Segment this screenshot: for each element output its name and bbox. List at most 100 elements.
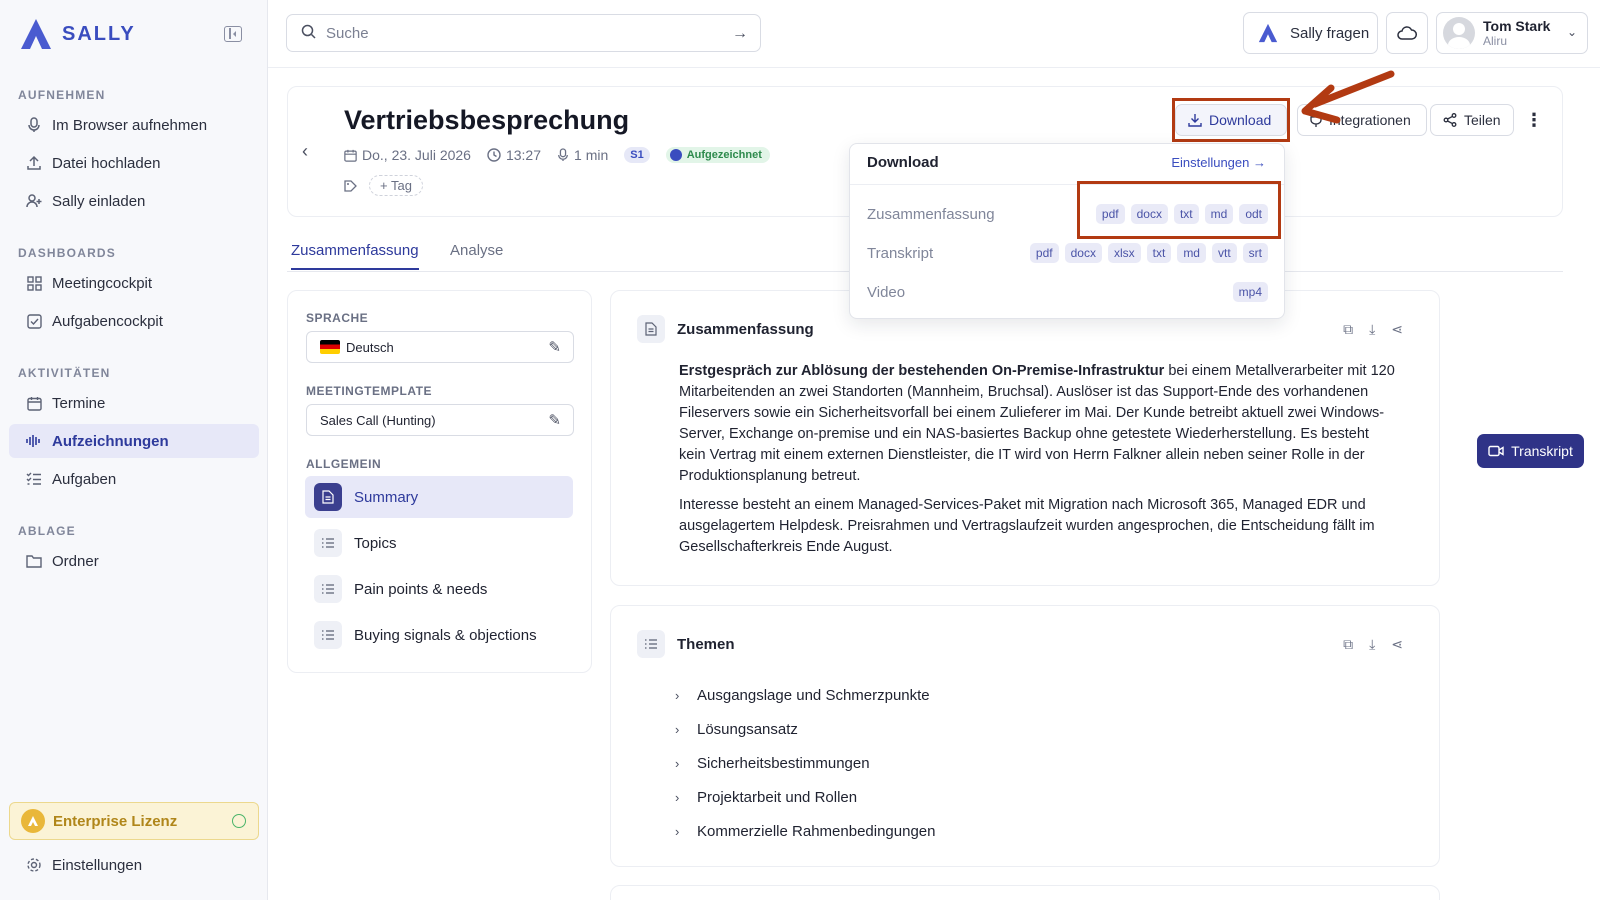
format-chip-xlsx[interactable]: xlsx	[1107, 243, 1141, 263]
nav-item-ordner[interactable]: Ordner	[9, 544, 259, 578]
download-settings-link[interactable]: Einstellungen →	[1171, 155, 1266, 170]
topics-card-title: Themen	[677, 635, 735, 653]
transcript-label: Transkript	[1511, 443, 1573, 459]
nav-item-settings[interactable]: Einstellungen	[9, 848, 259, 882]
topic-item[interactable]: › Projektarbeit und Rollen	[675, 780, 935, 814]
copy-icon[interactable]: ⧉	[1343, 321, 1353, 338]
status-badge: Aufgezeichnet	[665, 147, 770, 163]
share-icon	[1443, 113, 1457, 127]
german-flag-icon	[320, 340, 340, 354]
nav-item-upload-file[interactable]: Datei hochladen	[9, 146, 259, 180]
license-badge-icon	[21, 809, 45, 833]
format-chip-txt[interactable]: txt	[1146, 243, 1172, 263]
ask-sally-button[interactable]: Sally fragen	[1243, 12, 1378, 54]
gear-icon	[26, 857, 42, 873]
brand-name: SALLY	[62, 22, 136, 45]
shield-check-icon	[232, 814, 246, 828]
search-input[interactable]: Suche →	[286, 14, 761, 52]
section-item-label: Pain points & needs	[354, 580, 488, 598]
calendar-icon	[344, 149, 357, 162]
document-icon	[637, 315, 665, 343]
microphone-icon	[558, 148, 568, 161]
nav-label: Einstellungen	[52, 856, 143, 874]
tab-analysis[interactable]: Analyse	[450, 242, 503, 268]
document-icon	[314, 483, 342, 511]
collapse-sidebar-icon[interactable]	[224, 26, 242, 42]
highlight-box-summary-formats	[1077, 181, 1281, 239]
user-menu[interactable]: Tom Stark Aliru ⌄	[1436, 12, 1588, 54]
search-placeholder: Suche	[326, 24, 369, 42]
language-select[interactable]: Deutsch ✎	[306, 331, 574, 363]
summary-lead: Erstgespräch zur Ablösung der bestehende…	[679, 363, 1165, 379]
summary-paragraph: Erstgespräch zur Ablösung der bestehende…	[679, 361, 1399, 487]
more-options-icon[interactable]: ⋮	[1525, 110, 1543, 131]
topic-item[interactable]: › Lösungsansatz	[675, 712, 935, 746]
format-chip-vtt[interactable]: vtt	[1211, 243, 1237, 263]
template-select[interactable]: Sales Call (Hunting) ✎	[306, 404, 574, 436]
nav-label: Sally einladen	[52, 192, 146, 210]
sally-logo-icon	[21, 19, 51, 49]
nav-item-meetingcockpit[interactable]: Meetingcockpit	[9, 266, 259, 300]
avatar	[1443, 17, 1475, 49]
template-value: Sales Call (Hunting)	[320, 412, 436, 428]
format-chip-docx[interactable]: docx	[1064, 243, 1102, 263]
chevron-right-icon: ›	[675, 687, 680, 703]
chevron-right-icon: ›	[675, 789, 680, 805]
topic-label: Projektarbeit und Rollen	[697, 788, 858, 806]
folder-icon	[26, 553, 42, 569]
format-chip-mp4[interactable]: mp4	[1232, 282, 1268, 302]
top-bar: Suche → Sally fragen Tom Stark Aliru ⌄	[268, 0, 1600, 68]
topic-label: Sicherheitsbestimmungen	[697, 754, 870, 772]
format-chip-md[interactable]: md	[1177, 243, 1206, 263]
summary-paragraph: Interesse besteht an einem Managed-Servi…	[679, 497, 1375, 555]
section-item-buying-signals[interactable]: Buying signals & objections	[305, 614, 573, 656]
topic-item[interactable]: › Sicherheitsbestimmungen	[675, 746, 935, 780]
checklist-icon	[26, 471, 42, 487]
nav-item-aufzeichnungen[interactable]: Aufzeichnungen	[9, 424, 259, 458]
nav-item-termine[interactable]: Termine	[9, 386, 259, 420]
tag-row: + Tag	[344, 175, 423, 196]
nav-label: Aufgabencockpit	[52, 312, 163, 330]
section-item-pain-points[interactable]: Pain points & needs	[305, 568, 573, 610]
speaker-badge: S1	[624, 147, 650, 163]
red-arrow-annotation	[1301, 70, 1395, 124]
nav-item-aufgabencockpit[interactable]: Aufgabencockpit	[9, 304, 259, 338]
user-name: Tom Stark	[1483, 18, 1551, 34]
section-item-summary[interactable]: Summary	[305, 476, 573, 518]
section-label-dashboards: DASHBOARDS	[18, 246, 117, 260]
transcript-button[interactable]: Transkript	[1477, 434, 1584, 468]
add-tag-button[interactable]: + Tag	[369, 175, 423, 196]
nav-item-record-browser[interactable]: Im Browser aufnehmen	[9, 108, 259, 142]
summary-card-actions: ⧉ ⤓ ⋖	[1343, 321, 1403, 338]
format-chip-srt[interactable]: srt	[1242, 243, 1268, 263]
nav-item-aufgaben[interactable]: Aufgaben	[9, 462, 259, 496]
sally-logo-icon	[1258, 23, 1278, 43]
topic-item[interactable]: › Ausgangslage und Schmerzpunkte	[675, 678, 935, 712]
copy-icon[interactable]: ⧉	[1343, 636, 1353, 653]
list-icon	[637, 630, 665, 658]
download-icon[interactable]: ⤓	[1369, 636, 1375, 653]
share-icon[interactable]: ⋖	[1391, 321, 1403, 338]
section-label-aktivitaeten: AKTIVITÄTEN	[18, 366, 111, 380]
pencil-icon[interactable]: ✎	[548, 411, 561, 429]
meeting-duration: 1 min	[574, 147, 609, 163]
enterprise-license-banner[interactable]: Enterprise Lizenz	[9, 802, 259, 840]
share-icon[interactable]: ⋖	[1391, 636, 1403, 653]
nav-item-invite-sally[interactable]: Sally einladen	[9, 184, 259, 218]
section-item-topics[interactable]: Topics	[305, 522, 573, 564]
list-icon	[314, 575, 342, 603]
tag-icon	[344, 179, 357, 192]
cloud-button[interactable]	[1386, 12, 1428, 54]
clock-icon	[487, 148, 501, 162]
download-row-video: Video mp4	[867, 280, 1268, 304]
arrow-right-icon[interactable]: →	[732, 25, 748, 43]
video-icon	[1488, 445, 1504, 457]
format-chip-pdf[interactable]: pdf	[1029, 243, 1059, 263]
tab-summary[interactable]: Zusammenfassung	[291, 242, 419, 270]
pencil-icon[interactable]: ✎	[548, 338, 561, 356]
share-button[interactable]: Teilen	[1430, 104, 1514, 136]
topic-item[interactable]: › Kommerzielle Rahmenbedingungen	[675, 814, 935, 848]
download-icon[interactable]: ⤓	[1369, 321, 1375, 338]
back-arrow-icon[interactable]: ‹	[302, 141, 308, 162]
brand-logo[interactable]: SALLY	[18, 16, 136, 52]
